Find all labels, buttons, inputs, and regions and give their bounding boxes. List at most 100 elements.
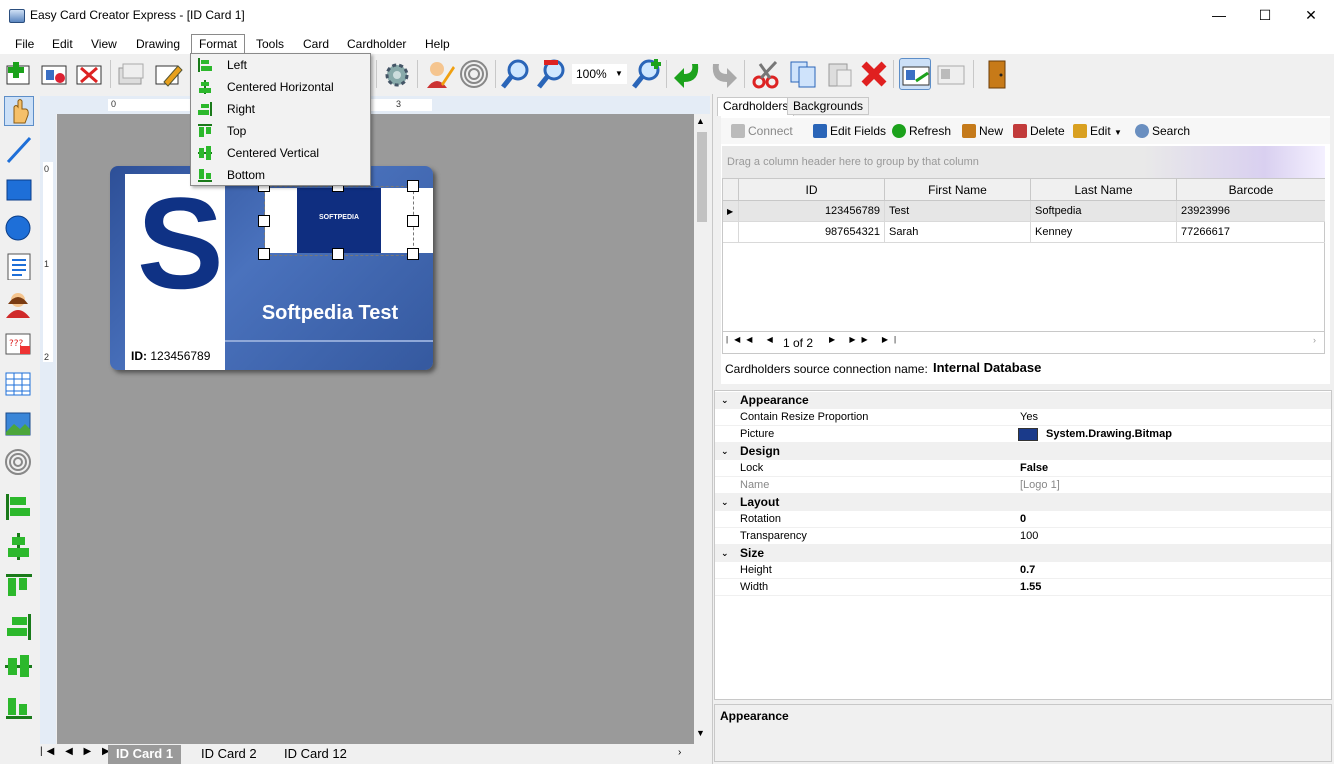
property-row[interactable]: Lock False — [715, 460, 1331, 477]
menu-drawing[interactable]: Drawing — [129, 35, 187, 53]
tab-id-card-2[interactable]: ID Card 2 — [195, 745, 263, 764]
collapse-icon[interactable]: ⌄ — [721, 494, 729, 511]
menu-item-centered-horizontal[interactable]: Centered Horizontal — [192, 76, 369, 98]
menu-format[interactable]: Format — [191, 34, 246, 54]
pager-back-arrows[interactable]: |◀◀ ◀ — [726, 335, 779, 344]
card-photo[interactable]: S — [125, 174, 225, 342]
column-header-barcode[interactable]: Barcode — [1177, 179, 1325, 201]
align-right-icon[interactable] — [4, 612, 34, 642]
card-front-icon[interactable] — [899, 58, 931, 90]
property-row[interactable]: Picture System.Drawing.Bitmap — [715, 426, 1331, 443]
chevron-down-icon[interactable]: ▼ — [615, 64, 623, 84]
property-row[interactable]: Name [Logo 1] — [715, 477, 1331, 494]
minimize-button[interactable]: — — [1196, 0, 1242, 31]
table-cell[interactable]: Softpedia — [1031, 201, 1177, 222]
chevron-down-icon[interactable]: ▼ — [696, 728, 705, 738]
collapse-icon[interactable]: ⌄ — [721, 545, 729, 562]
table-cell[interactable]: 987654321 — [739, 222, 885, 243]
ellipse-tool-icon[interactable] — [4, 214, 34, 244]
menu-item-align-top[interactable]: Top — [192, 120, 369, 142]
property-row[interactable]: Transparency 100 — [715, 528, 1331, 545]
open-card-icon[interactable] — [38, 58, 70, 90]
edit-fields-button[interactable]: Edit Fields — [813, 123, 886, 139]
edit-button[interactable]: Edit ▼ — [1073, 123, 1122, 139]
undo-icon[interactable] — [672, 58, 704, 90]
rectangle-tool-icon[interactable] — [4, 176, 34, 206]
close-button[interactable]: ✕ — [1288, 0, 1334, 31]
designer-icon[interactable] — [423, 58, 455, 90]
menu-item-centered-vertical[interactable]: Centered Vertical — [192, 142, 369, 164]
align-bottom-icon[interactable] — [4, 692, 34, 722]
align-left-icon[interactable] — [4, 492, 34, 522]
photo-tool-icon[interactable] — [4, 290, 34, 320]
cut-icon[interactable] — [750, 58, 782, 90]
menu-view[interactable]: View — [84, 35, 124, 53]
zoom-out-icon[interactable] — [536, 58, 568, 90]
row-indicator[interactable]: ▶ — [723, 201, 739, 222]
property-row[interactable]: Width 1.55 — [715, 579, 1331, 596]
property-row[interactable]: Rotation 0 — [715, 511, 1331, 528]
tab-cardholders[interactable]: Cardholders — [717, 97, 795, 116]
copy-card-icon[interactable] — [115, 58, 147, 90]
category-layout[interactable]: ⌄ Layout — [715, 494, 1331, 511]
align-center-horizontal-icon[interactable] — [4, 532, 34, 562]
exit-door-icon[interactable] — [981, 58, 1013, 90]
table-cell[interactable]: Kenney — [1031, 222, 1177, 243]
tab-backgrounds[interactable]: Backgrounds — [787, 97, 870, 115]
canvas-vertical-scrollbar[interactable]: ▲ ▼ — [694, 114, 710, 744]
menu-card[interactable]: Card — [296, 35, 336, 53]
delete-icon[interactable] — [858, 58, 890, 90]
row-indicator[interactable] — [723, 222, 739, 243]
column-header-last-name[interactable]: Last Name — [1031, 179, 1177, 201]
text-tool-icon[interactable] — [4, 252, 34, 282]
collapse-icon[interactable]: ⌄ — [721, 443, 729, 460]
align-center-vertical-icon[interactable] — [4, 652, 34, 682]
resize-handle[interactable] — [258, 248, 270, 260]
refresh-button[interactable]: Refresh — [892, 123, 951, 139]
zoom-fit-icon[interactable] — [631, 58, 663, 90]
image-tool-icon[interactable] — [4, 410, 34, 440]
resize-handle[interactable] — [258, 215, 270, 227]
zoom-in-icon[interactable] — [500, 58, 532, 90]
category-appearance[interactable]: ⌄ Appearance — [715, 392, 1331, 409]
pager-forward-arrows[interactable]: ▶ ▶▶ ▶| — [829, 335, 902, 344]
collapse-icon[interactable]: ⌄ — [721, 392, 729, 409]
id-card[interactable]: S SOFTPEDIA Softpedia Test ID: 123456789 — [110, 166, 433, 370]
menu-edit[interactable]: Edit — [45, 35, 80, 53]
line-tool-icon[interactable] — [4, 136, 34, 166]
maximize-button[interactable]: ☐ — [1242, 0, 1288, 31]
tab-id-card-1[interactable]: ID Card 1 — [108, 745, 182, 764]
paste-icon[interactable] — [823, 58, 855, 90]
menu-item-align-right[interactable]: Right — [192, 98, 369, 120]
table-cell[interactable]: 123456789 — [739, 201, 885, 222]
menu-file[interactable]: File — [8, 35, 41, 53]
chevron-right-icon[interactable]: › — [1313, 335, 1316, 345]
table-cell[interactable]: Test — [885, 201, 1031, 222]
menu-tools[interactable]: Tools — [249, 35, 291, 53]
table-cell[interactable]: 23923996 — [1177, 201, 1325, 222]
fingerprint-icon[interactable] — [458, 58, 490, 90]
delete-card-icon[interactable] — [73, 58, 105, 90]
column-header-first-name[interactable]: First Name — [885, 179, 1031, 201]
resize-handle[interactable] — [407, 180, 419, 192]
card-id-field[interactable]: ID: 123456789 — [125, 342, 225, 370]
menu-help[interactable]: Help — [418, 35, 457, 53]
card-holder-name[interactable]: Softpedia Test — [235, 302, 425, 325]
menu-item-align-left[interactable]: Left — [192, 54, 369, 76]
resize-handle[interactable] — [332, 248, 344, 260]
resize-handle[interactable] — [407, 215, 419, 227]
edit-card-icon[interactable] — [152, 58, 184, 90]
column-header-id[interactable]: ID — [739, 179, 885, 201]
align-top-icon[interactable] — [4, 572, 34, 602]
menu-item-align-bottom[interactable]: Bottom — [192, 164, 369, 186]
counter-tool-icon[interactable]: ??? — [4, 330, 34, 360]
table-tool-icon[interactable] — [4, 370, 34, 400]
card-back-icon[interactable] — [935, 58, 967, 90]
category-size[interactable]: ⌄ Size — [715, 545, 1331, 562]
new-card-icon[interactable] — [3, 58, 35, 90]
pointer-hand-icon[interactable] — [4, 96, 34, 126]
connect-button[interactable]: Connect — [731, 123, 793, 139]
property-row[interactable]: Height 0.7 — [715, 562, 1331, 579]
copy-icon[interactable] — [787, 58, 819, 90]
table-cell[interactable]: 77266617 — [1177, 222, 1325, 243]
